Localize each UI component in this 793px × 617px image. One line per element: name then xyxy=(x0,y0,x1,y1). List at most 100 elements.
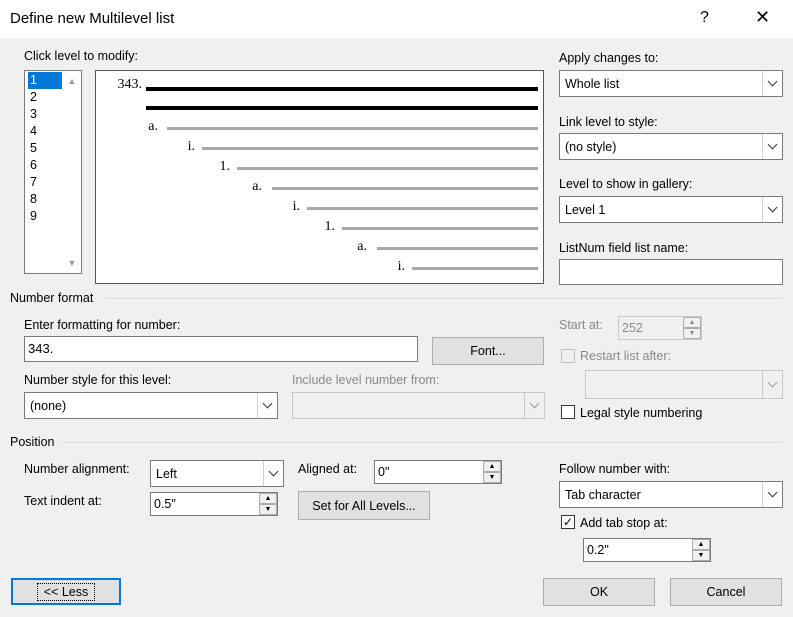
spin-down-icon[interactable]: ▼ xyxy=(692,550,710,561)
font-button[interactable]: Font... xyxy=(432,337,544,365)
spin-up-icon[interactable]: ▲ xyxy=(692,539,710,550)
legal-style-checkbox[interactable] xyxy=(561,405,575,419)
spin-down-icon[interactable]: ▼ xyxy=(483,472,501,483)
preview-line-6 xyxy=(307,207,538,210)
aligned-at-label: Aligned at: xyxy=(298,462,358,476)
chevron-down-icon[interactable] xyxy=(762,197,782,222)
number-alignment-label: Number alignment: xyxy=(24,462,130,476)
preview-line-8 xyxy=(377,247,538,250)
link-style-value: (no style) xyxy=(565,139,617,154)
gallery-level-label: Level to show in gallery: xyxy=(559,177,693,191)
level-item-1[interactable]: 1 xyxy=(28,72,62,89)
level-list-scrollbar[interactable]: ▲ ▼ xyxy=(63,71,81,273)
preview-line-1b xyxy=(146,106,538,110)
list-preview: 343. a. i. 1. a. i. 1. a. i. xyxy=(95,70,544,284)
preview-number-4: 1. xyxy=(219,159,231,174)
position-heading: Position xyxy=(10,435,55,449)
scroll-up-icon[interactable]: ▲ xyxy=(63,73,81,89)
aligned-at-spinner[interactable]: 0" ▲ ▼ xyxy=(374,460,502,484)
listnum-label: ListNum field list name: xyxy=(559,241,689,255)
preview-number-9: i. xyxy=(397,259,405,274)
apply-changes-label: Apply changes to: xyxy=(559,51,659,65)
follow-number-select[interactable]: Tab character xyxy=(559,481,783,508)
preview-line-5 xyxy=(272,187,538,190)
level-item-3[interactable]: 3 xyxy=(28,106,62,123)
level-item-8[interactable]: 8 xyxy=(28,191,62,208)
chevron-down-icon[interactable] xyxy=(263,461,283,486)
spin-down-icon[interactable]: ▼ xyxy=(259,504,277,515)
checkmark-icon: ✓ xyxy=(562,515,574,529)
chevron-down-icon[interactable] xyxy=(762,134,782,159)
spin-up-icon[interactable]: ▲ xyxy=(259,493,277,504)
preview-line-3 xyxy=(202,147,538,150)
preview-number-1: 343. xyxy=(117,77,143,92)
level-item-9[interactable]: 9 xyxy=(28,208,62,225)
add-tab-stop-checkbox[interactable]: ✓ xyxy=(561,515,575,529)
level-list-label: Click level to modify: xyxy=(24,49,138,63)
chevron-down-icon[interactable] xyxy=(762,71,782,96)
help-button[interactable]: ? xyxy=(700,9,709,27)
include-level-label: Include level number from: xyxy=(292,373,440,387)
number-format-heading: Number format xyxy=(10,291,94,305)
preview-number-8: a. xyxy=(357,239,367,254)
follow-number-value: Tab character xyxy=(565,487,641,502)
level-item-6[interactable]: 6 xyxy=(28,157,62,174)
preview-line-2 xyxy=(167,127,538,130)
level-item-2[interactable]: 2 xyxy=(28,89,62,106)
cancel-button[interactable]: Cancel xyxy=(670,578,782,606)
preview-number-2: a. xyxy=(148,119,158,134)
preview-number-3: i. xyxy=(187,139,195,154)
number-style-select[interactable]: (none) xyxy=(24,392,278,419)
text-indent-label: Text indent at: xyxy=(24,494,102,508)
gallery-level-select[interactable]: Level 1 xyxy=(559,196,783,223)
chevron-down-icon[interactable] xyxy=(762,371,782,398)
ok-button[interactable]: OK xyxy=(543,578,655,606)
include-level-select[interactable] xyxy=(292,392,545,419)
level-item-5[interactable]: 5 xyxy=(28,140,62,157)
level-list[interactable]: 1 2 3 4 5 6 7 8 9 ▲ ▼ xyxy=(24,70,82,274)
number-alignment-select[interactable]: Left xyxy=(150,460,284,487)
link-style-select[interactable]: (no style) xyxy=(559,133,783,160)
preview-line-4 xyxy=(237,167,538,170)
start-at-value: 252 xyxy=(622,321,643,335)
number-format-separator xyxy=(106,298,782,299)
spin-up-icon[interactable]: ▲ xyxy=(483,461,501,472)
legal-style-label: Legal style numbering xyxy=(580,406,703,420)
preview-line-1 xyxy=(146,87,538,91)
preview-line-7 xyxy=(342,227,538,230)
chevron-down-icon[interactable] xyxy=(257,393,277,418)
number-style-value: (none) xyxy=(30,398,67,413)
number-format-input[interactable]: 343. xyxy=(24,336,418,362)
less-button[interactable]: << Less xyxy=(11,578,121,605)
dialog-title: Define new Multilevel list xyxy=(10,10,175,27)
text-indent-spinner[interactable]: 0.5" ▲ ▼ xyxy=(150,492,278,516)
level-item-4[interactable]: 4 xyxy=(28,123,62,140)
tab-stop-spinner[interactable]: 0.2" ▲ ▼ xyxy=(583,538,711,562)
follow-number-label: Follow number with: xyxy=(559,462,671,476)
less-button-label: << Less xyxy=(36,582,96,601)
apply-changes-select[interactable]: Whole list xyxy=(559,70,783,97)
listnum-input[interactable] xyxy=(559,259,783,285)
spin-down-icon[interactable]: ▼ xyxy=(683,328,701,339)
spin-up-icon[interactable]: ▲ xyxy=(683,317,701,328)
chevron-down-icon[interactable] xyxy=(524,393,544,418)
scroll-down-icon[interactable]: ▼ xyxy=(63,255,81,271)
number-style-label: Number style for this level: xyxy=(24,373,172,387)
set-all-levels-button[interactable]: Set for All Levels... xyxy=(298,491,430,520)
enter-format-label: Enter formatting for number: xyxy=(24,318,181,332)
preview-line-9 xyxy=(412,267,538,270)
preview-number-6: i. xyxy=(292,199,300,214)
chevron-down-icon[interactable] xyxy=(762,482,782,507)
number-alignment-value: Left xyxy=(156,466,177,481)
text-indent-value: 0.5" xyxy=(154,497,176,511)
restart-list-select[interactable] xyxy=(585,370,783,399)
close-button[interactable]: ✕ xyxy=(755,7,770,28)
add-tab-stop-label: Add tab stop at: xyxy=(580,516,668,530)
restart-list-label: Restart list after: xyxy=(580,349,671,363)
preview-number-7: 1. xyxy=(324,219,336,234)
aligned-at-value: 0" xyxy=(378,465,390,479)
apply-changes-value: Whole list xyxy=(565,76,620,91)
level-item-7[interactable]: 7 xyxy=(28,174,62,191)
start-at-spinner[interactable]: 252 ▲ ▼ xyxy=(618,316,702,340)
restart-list-checkbox[interactable] xyxy=(561,349,575,363)
